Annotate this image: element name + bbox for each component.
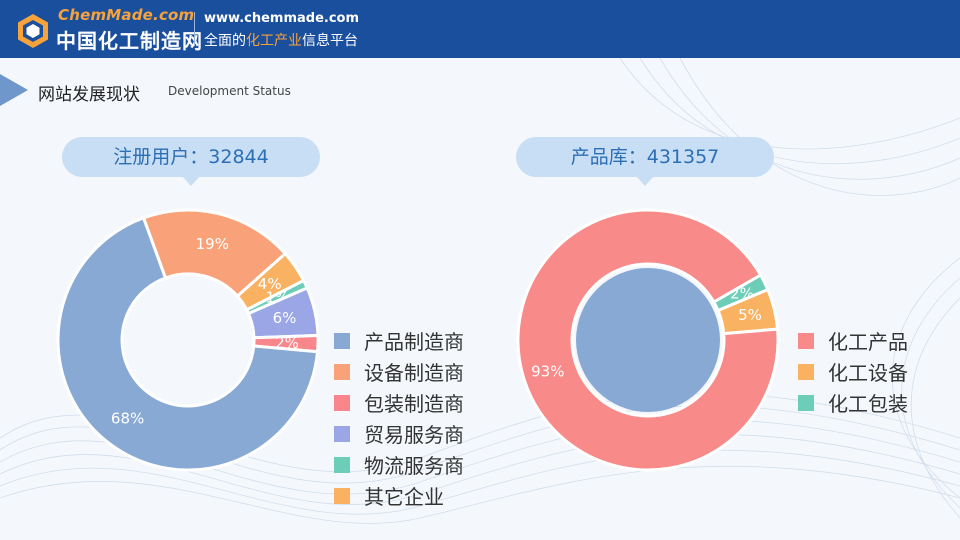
slice-label: 93% xyxy=(531,362,564,380)
legend-swatch xyxy=(334,332,350,349)
legend-swatch xyxy=(334,487,350,504)
legend-label: 化工产品 xyxy=(828,330,908,354)
slice-label: 68% xyxy=(111,409,144,427)
donut-charts: 19%4%1%6%2%68%2%5%93% xyxy=(56,208,780,472)
legend-item: 包装制造商 xyxy=(334,387,464,418)
legend-label: 设备制造商 xyxy=(364,361,464,385)
legend-swatch xyxy=(334,363,350,380)
legend-label: 物流服务商 xyxy=(364,454,464,478)
legend-item: 贸易服务商 xyxy=(334,418,464,449)
legend-label: 贸易服务商 xyxy=(364,423,464,447)
product-type-legend: 化工产品化工设备化工包装 xyxy=(798,325,908,418)
legend-item: 其它企业 xyxy=(334,480,464,511)
legend-label: 包装制造商 xyxy=(364,392,464,416)
legend-swatch xyxy=(334,394,350,411)
slice-label: 19% xyxy=(196,235,229,253)
legend-swatch xyxy=(334,456,350,473)
legend-item: 设备制造商 xyxy=(334,356,464,387)
legend-label: 产品制造商 xyxy=(364,330,464,354)
legend-label: 化工设备 xyxy=(828,361,908,385)
donut-center xyxy=(576,268,720,412)
legend-swatch xyxy=(798,332,814,349)
slice-label: 5% xyxy=(738,306,762,324)
legend-label: 化工包装 xyxy=(828,392,908,416)
legend-swatch xyxy=(798,363,814,380)
legend-item: 化工产品 xyxy=(798,325,908,356)
slice-label: 6% xyxy=(273,309,297,327)
user-type-legend: 产品制造商设备制造商包装制造商贸易服务商物流服务商其它企业 xyxy=(334,325,464,511)
legend-item: 化工设备 xyxy=(798,356,908,387)
donut-chart-1: 19%4%1%6%2%68% xyxy=(56,208,320,472)
legend-item: 化工包装 xyxy=(798,387,908,418)
legend-swatch xyxy=(798,394,814,411)
legend-item: 产品制造商 xyxy=(334,325,464,356)
legend-item: 物流服务商 xyxy=(334,449,464,480)
legend-label: 其它企业 xyxy=(364,485,444,509)
legend-swatch xyxy=(334,425,350,442)
donut-chart-2: 2%5%93% xyxy=(516,208,780,472)
